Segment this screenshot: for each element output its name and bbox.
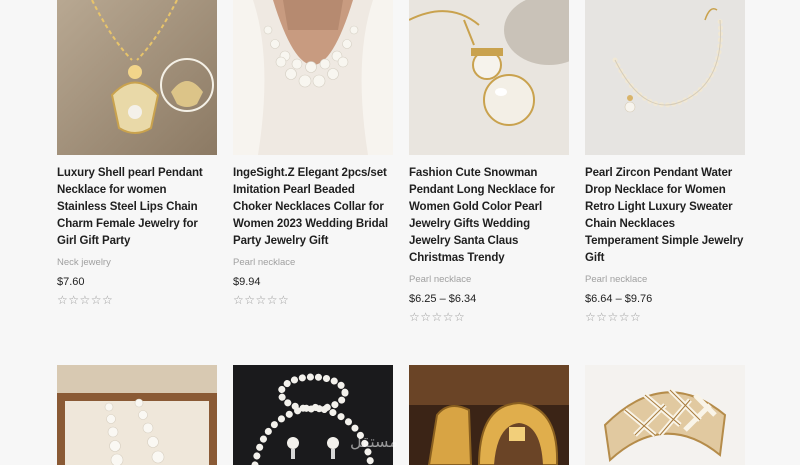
shell-pendant-image — [57, 0, 217, 155]
product-info: IngeSight.Z Elegant 2pcs/set Imitation P… — [233, 165, 395, 307]
product-image-gold-hoops[interactable] — [409, 365, 569, 465]
star-rating: ☆☆☆☆☆ — [409, 310, 466, 324]
product-category[interactable]: Pearl necklace — [585, 274, 747, 286]
product-image-shell-pendant[interactable] — [57, 0, 217, 155]
product-title[interactable]: Luxury Shell pearl Pendant Necklace for … — [57, 165, 219, 250]
gold-hoops-image — [409, 365, 569, 465]
product-price: $6.64 – $9.76 — [585, 293, 653, 305]
product-info: Fashion Cute Snowman Pendant Long Neckla… — [409, 165, 571, 324]
snowman-pendant-image — [409, 0, 569, 155]
product-image-pearl-choker[interactable] — [233, 0, 393, 155]
product-grid: Luxury Shell pearl Pendant Necklace for … — [0, 0, 800, 465]
star-rating: ☆☆☆☆☆ — [57, 293, 114, 307]
product-image-snowman-pendant[interactable] — [409, 0, 569, 155]
product-image-zircon-ring[interactable] — [585, 365, 745, 465]
product-price: $6.25 – $6.34 — [409, 293, 477, 305]
star-rating: ☆☆☆☆☆ — [233, 293, 290, 307]
product-title[interactable]: Pearl Zircon Pendant Water Drop Necklace… — [585, 165, 747, 267]
product-price: $9.94 — [233, 276, 261, 288]
product-image-pearl-earrings[interactable] — [57, 365, 217, 465]
product-image-water-drop[interactable] — [585, 0, 745, 155]
pearl-choker-image — [233, 0, 393, 155]
product-category[interactable]: Pearl necklace — [409, 274, 571, 286]
pearl-earrings-image — [57, 365, 217, 465]
zircon-ring-image — [585, 365, 745, 465]
watermark: مستقل — [350, 432, 398, 451]
product-info: Pearl Zircon Pendant Water Drop Necklace… — [585, 165, 747, 324]
product-price: $7.60 — [57, 276, 85, 288]
water-drop-necklace-image — [585, 0, 745, 155]
product-title[interactable]: IngeSight.Z Elegant 2pcs/set Imitation P… — [233, 165, 395, 250]
star-rating: ☆☆☆☆☆ — [585, 310, 642, 324]
product-title[interactable]: Fashion Cute Snowman Pendant Long Neckla… — [409, 165, 571, 267]
product-category[interactable]: Pearl necklace — [233, 257, 395, 269]
product-category[interactable]: Neck jewelry — [57, 257, 219, 269]
product-info: Luxury Shell pearl Pendant Necklace for … — [57, 165, 219, 307]
